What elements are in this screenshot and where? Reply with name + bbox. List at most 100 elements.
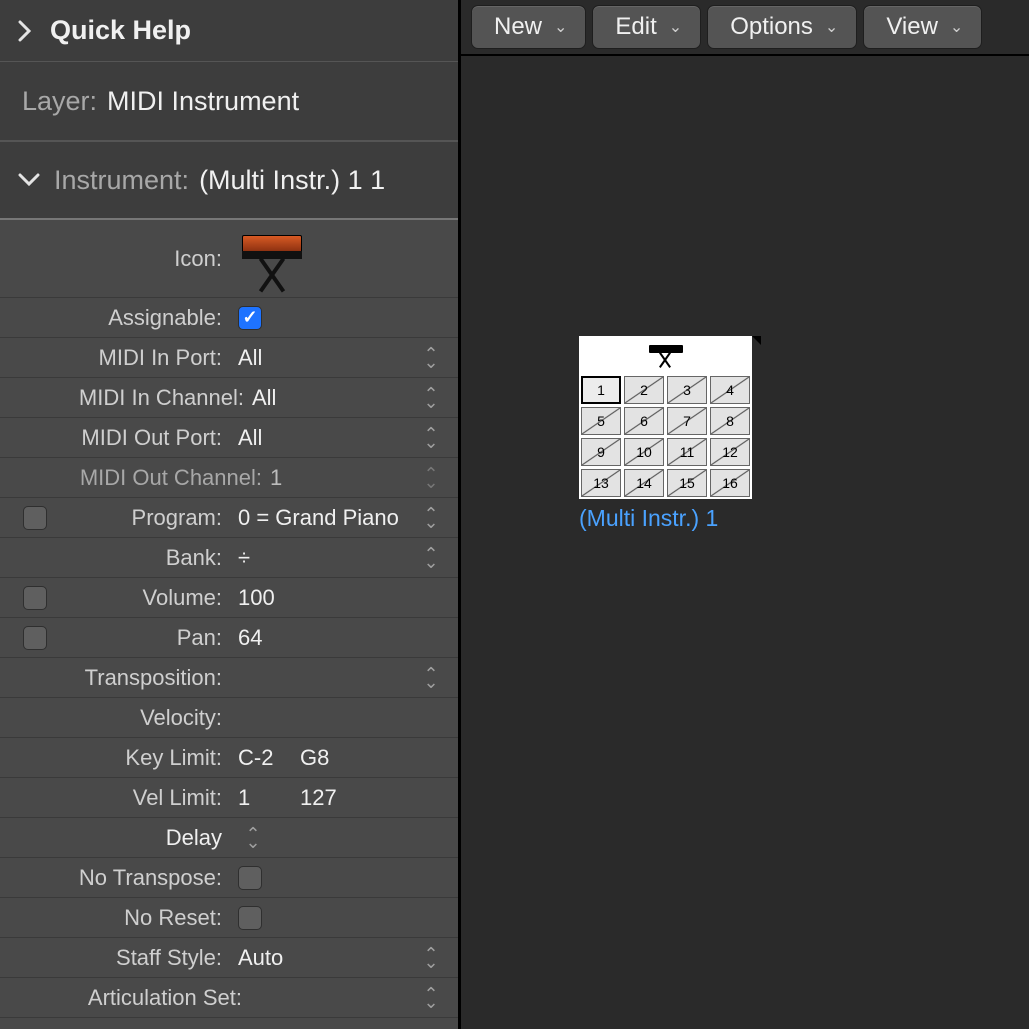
- param-label: MIDI In Port:: [70, 345, 230, 371]
- options-menu-button[interactable]: Options ⌄: [707, 5, 857, 49]
- param-midi-out-channel[interactable]: MIDI Out Channel: 1 ⌃⌄: [0, 458, 458, 498]
- param-midi-out-port[interactable]: MIDI Out Port: All ⌃⌄: [0, 418, 458, 458]
- environment-canvas[interactable]: 12345678910111213141516 (Multi Instr.) 1: [461, 56, 1029, 1029]
- param-program[interactable]: Program: 0 = Grand Piano ⌃⌄: [0, 498, 458, 538]
- param-label: No Reset:: [70, 905, 230, 931]
- param-staff-style[interactable]: Staff Style: Auto ⌃⌄: [0, 938, 458, 978]
- layer-value: MIDI Instrument: [107, 86, 299, 117]
- param-label: No Transpose:: [70, 865, 230, 891]
- multi-instrument-object[interactable]: 12345678910111213141516 (Multi Instr.) 1: [579, 336, 801, 532]
- channel-button-10[interactable]: 10: [624, 438, 664, 466]
- button-label: New: [494, 13, 542, 41]
- param-label: Key Limit:: [70, 745, 230, 771]
- key-limit-low[interactable]: C-2: [238, 745, 288, 771]
- channel-button-11[interactable]: 11: [667, 438, 707, 466]
- chevron-down-icon: ⌄: [825, 17, 838, 37]
- layer-row[interactable]: Layer: MIDI Instrument: [0, 62, 458, 142]
- param-no-transpose: No Transpose:: [0, 858, 458, 898]
- instrument-value: (Multi Instr.) 1 1: [199, 165, 385, 196]
- param-vel-limit[interactable]: Vel Limit: 1 127: [0, 778, 458, 818]
- chevron-down-icon: ⌄: [554, 17, 567, 37]
- param-label: Pan:: [70, 625, 230, 651]
- param-value: All: [252, 385, 276, 411]
- chevron-down-icon: ⌄: [950, 17, 963, 37]
- param-delay[interactable]: Delay ⌃⌄: [0, 818, 458, 858]
- keyboard-icon[interactable]: [238, 229, 308, 289]
- channel-grid: 12345678910111213141516: [579, 374, 752, 499]
- edit-menu-button[interactable]: Edit ⌄: [592, 5, 701, 49]
- button-label: Options: [730, 13, 813, 41]
- param-value: 0 = Grand Piano: [238, 505, 399, 531]
- channel-button-1[interactable]: 1: [581, 376, 621, 404]
- param-assignable: Assignable:: [0, 298, 458, 338]
- param-articulation-set[interactable]: Articulation Set: ⌃⌄: [0, 978, 458, 1018]
- channel-button-4[interactable]: 4: [710, 376, 750, 404]
- stepper-icon[interactable]: ⌃⌄: [414, 550, 448, 566]
- program-checkbox[interactable]: [23, 506, 47, 530]
- cable-point-icon[interactable]: [752, 336, 761, 345]
- channel-button-12[interactable]: 12: [710, 438, 750, 466]
- chevron-right-icon: [18, 20, 32, 42]
- param-icon[interactable]: Icon:: [0, 220, 458, 298]
- channel-button-13[interactable]: 13: [581, 469, 621, 497]
- assignable-checkbox[interactable]: [238, 306, 262, 330]
- param-value: All: [238, 345, 262, 371]
- object-label[interactable]: (Multi Instr.) 1: [579, 505, 801, 532]
- stepper-icon[interactable]: ⌃⌄: [414, 430, 448, 446]
- object-icon-area[interactable]: [579, 336, 752, 374]
- param-label: Velocity:: [70, 705, 230, 731]
- param-midi-in-port[interactable]: MIDI In Port: All ⌃⌄: [0, 338, 458, 378]
- channel-button-6[interactable]: 6: [624, 407, 664, 435]
- param-label: MIDI Out Port:: [70, 425, 230, 451]
- quick-help-header[interactable]: Quick Help: [0, 0, 458, 62]
- param-midi-in-channel[interactable]: MIDI In Channel: All ⌃⌄: [0, 378, 458, 418]
- stepper-icon[interactable]: ⌃⌄: [414, 990, 448, 1006]
- param-label: Transposition:: [70, 665, 230, 691]
- param-bank[interactable]: Bank: ÷ ⌃⌄: [0, 538, 458, 578]
- instrument-header[interactable]: Instrument: (Multi Instr.) 1 1: [0, 142, 458, 220]
- param-value: 64: [238, 625, 262, 651]
- stepper-icon[interactable]: ⌃⌄: [414, 950, 448, 966]
- param-no-reset: No Reset:: [0, 898, 458, 938]
- chevron-down-icon: [18, 173, 40, 187]
- vel-limit-high[interactable]: 127: [300, 785, 350, 811]
- stepper-icon[interactable]: ⌃⌄: [414, 670, 448, 686]
- param-label: Delay: [70, 825, 230, 851]
- channel-button-9[interactable]: 9: [581, 438, 621, 466]
- button-label: View: [886, 13, 938, 41]
- param-label: Articulation Set:: [70, 985, 250, 1011]
- param-label: Staff Style:: [70, 945, 230, 971]
- param-label: Volume:: [70, 585, 230, 611]
- param-volume[interactable]: Volume: 100: [0, 578, 458, 618]
- stepper-icon[interactable]: ⌃⌄: [414, 470, 448, 486]
- param-key-limit[interactable]: Key Limit: C-2 G8: [0, 738, 458, 778]
- vel-limit-low[interactable]: 1: [238, 785, 288, 811]
- param-velocity[interactable]: Velocity:: [0, 698, 458, 738]
- param-pan[interactable]: Pan: 64: [0, 618, 458, 658]
- channel-button-7[interactable]: 7: [667, 407, 707, 435]
- no-reset-checkbox[interactable]: [238, 906, 262, 930]
- stepper-icon[interactable]: ⌃⌄: [236, 830, 270, 846]
- stepper-icon[interactable]: ⌃⌄: [414, 510, 448, 526]
- param-label: MIDI Out Channel:: [70, 465, 270, 491]
- channel-button-2[interactable]: 2: [624, 376, 664, 404]
- no-transpose-checkbox[interactable]: [238, 866, 262, 890]
- channel-button-8[interactable]: 8: [710, 407, 750, 435]
- channel-button-15[interactable]: 15: [667, 469, 707, 497]
- channel-button-5[interactable]: 5: [581, 407, 621, 435]
- layer-label: Layer:: [22, 86, 97, 117]
- stepper-icon[interactable]: ⌃⌄: [414, 350, 448, 366]
- pan-checkbox[interactable]: [23, 626, 47, 650]
- view-menu-button[interactable]: View ⌄: [863, 5, 982, 49]
- param-label: Icon:: [70, 246, 230, 272]
- new-menu-button[interactable]: New ⌄: [471, 5, 586, 49]
- param-value: Auto: [238, 945, 283, 971]
- channel-button-14[interactable]: 14: [624, 469, 664, 497]
- inspector-panel: Quick Help Layer: MIDI Instrument Instru…: [0, 0, 461, 1029]
- key-limit-high[interactable]: G8: [300, 745, 350, 771]
- channel-button-16[interactable]: 16: [710, 469, 750, 497]
- param-transposition[interactable]: Transposition: ⌃⌄: [0, 658, 458, 698]
- channel-button-3[interactable]: 3: [667, 376, 707, 404]
- volume-checkbox[interactable]: [23, 586, 47, 610]
- stepper-icon[interactable]: ⌃⌄: [414, 390, 448, 406]
